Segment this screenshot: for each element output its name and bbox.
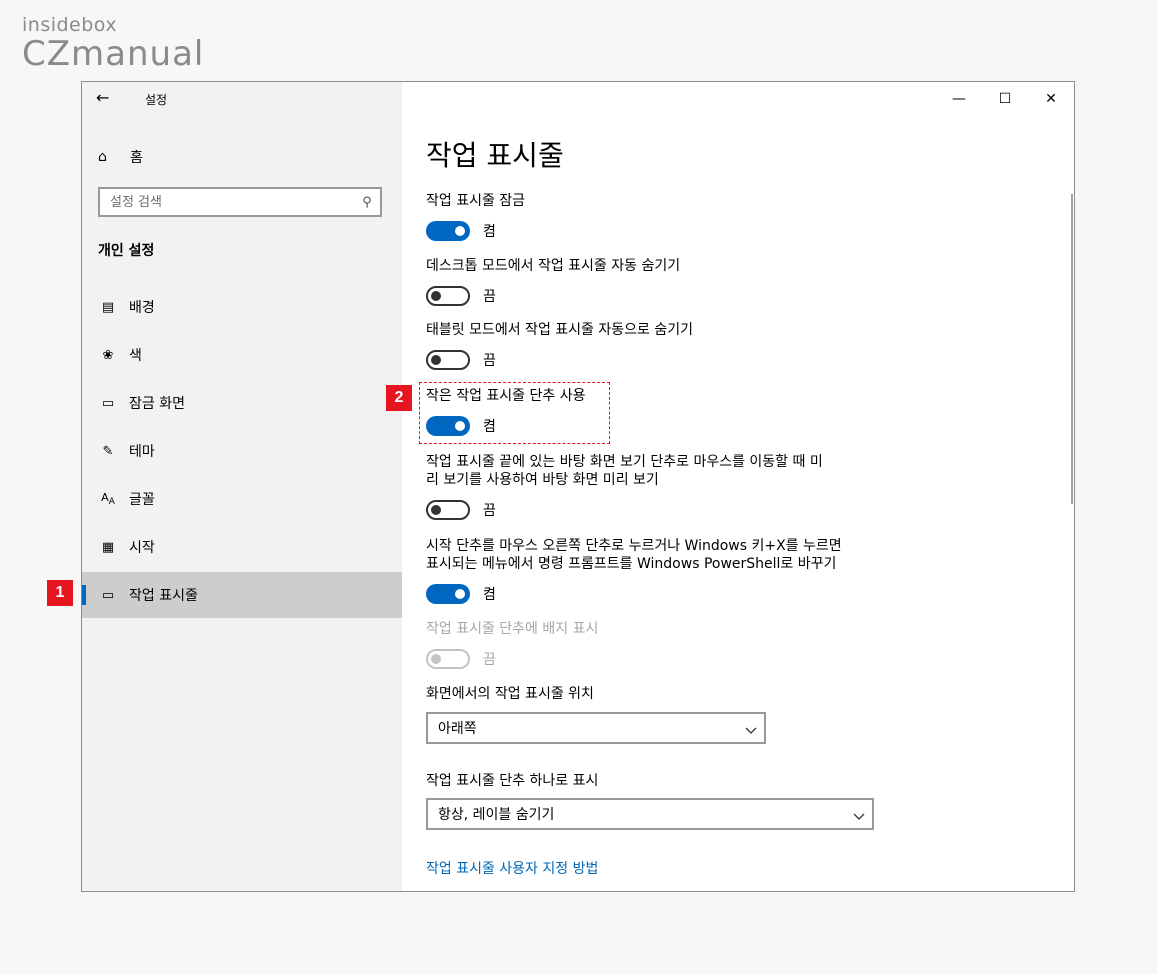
setting-autohide-desktop-label: 데스크톱 모드에서 작업 표시줄 자동 숨기기	[426, 258, 681, 274]
toggle-state: 켬	[483, 224, 496, 240]
position-label: 화면에서의 작업 표시줄 위치	[426, 686, 594, 702]
customize-taskbar-link[interactable]: 작업 표시줄 사용자 지정 방법	[426, 858, 598, 878]
toggle-knob	[455, 589, 465, 599]
toggle-knob	[431, 654, 441, 664]
setting-peek-label-line2: 리 보기를 사용하여 바탕 화면 미리 보기	[426, 472, 659, 488]
setting-peek-label-line1: 작업 표시줄 끝에 있는 바탕 화면 보기 단추로 마우스를 이동할 때 미	[426, 454, 823, 470]
content-pane: — ☐ ✕ 작업 표시줄 작업 표시줄 잠금 켬 데스크톱 모드에서 작업 표시…	[402, 82, 1074, 891]
setting-lock-taskbar: 켬	[426, 221, 496, 241]
theme-icon: ✎	[102, 443, 114, 459]
window-title: 설정	[145, 93, 168, 107]
setting-autohide-tablet: 끔	[426, 350, 496, 370]
toggle-knob	[431, 505, 441, 515]
powershell-toggle[interactable]	[426, 584, 470, 604]
home-icon: ⌂	[98, 149, 107, 165]
setting-lock-taskbar-label: 작업 표시줄 잠금	[426, 193, 526, 209]
close-icon[interactable]: ✕	[1028, 86, 1074, 112]
brand-top-text: insidebox	[22, 14, 118, 36]
badges-toggle	[426, 649, 470, 669]
sidebar-item-label: 시작	[129, 540, 155, 556]
setting-powershell-label-line2: 표시되는 메뉴에서 명령 프롬프트를 Windows PowerShell로 바…	[426, 556, 837, 572]
toggle-knob	[455, 226, 465, 236]
setting-badges: 끔	[426, 649, 496, 669]
peek-toggle[interactable]	[426, 500, 470, 520]
lock-screen-icon: ▭	[101, 395, 115, 411]
highlight-box	[419, 382, 610, 444]
page-title: 작업 표시줄	[426, 139, 564, 172]
setting-peek-label: 작업 표시줄 끝에 있는 바탕 화면 보기 단추로 마우스를 이동할 때 미 리…	[426, 453, 823, 489]
sidebar-item-lock-screen[interactable]: ▭ 잠금 화면	[82, 380, 402, 426]
autohide-tablet-toggle[interactable]	[426, 350, 470, 370]
settings-window: ← 설정 ⌂ 홈 ⚲ 개인 설정 ▤ 배경 ❀ 색 ▭ 잠금 화면 ✎ 테마	[81, 81, 1075, 892]
toggle-state: 끔	[483, 353, 496, 369]
combine-label: 작업 표시줄 단추 하나로 표시	[426, 773, 599, 789]
sidebar: ← 설정 ⌂ 홈 ⚲ 개인 설정 ▤ 배경 ❀ 색 ▭ 잠금 화면 ✎ 테마	[82, 82, 402, 891]
toggle-knob	[431, 291, 441, 301]
sidebar-item-themes[interactable]: ✎ 테마	[82, 428, 402, 474]
image-icon: ▤	[101, 299, 115, 315]
setting-powershell-label: 시작 단추를 마우스 오른쪽 단추로 누르거나 Windows 키+X를 누르면…	[426, 537, 842, 573]
position-value: 아래쪽	[438, 721, 477, 737]
title-bar: ← 설정	[82, 82, 402, 116]
home-label: 홈	[130, 150, 143, 166]
palette-icon: ❀	[102, 347, 114, 363]
setting-peek: 끔	[426, 500, 496, 520]
annotation-badge-2: 2	[386, 385, 412, 411]
font-icon: AA	[101, 490, 115, 508]
section-title: 개인 설정	[98, 243, 155, 259]
sidebar-item-start[interactable]: ▦ 시작	[82, 524, 402, 570]
brand-main-text: CZmanual	[22, 34, 205, 74]
search-input[interactable]	[100, 190, 354, 214]
sidebar-item-label: 배경	[129, 300, 155, 316]
toggle-state: 끔	[483, 652, 496, 668]
sidebar-item-color[interactable]: ❀ 색	[82, 332, 402, 378]
minimize-icon[interactable]: —	[936, 86, 982, 112]
home-nav[interactable]: ⌂ 홈	[98, 145, 143, 169]
combine-value: 항상, 레이블 숨기기	[438, 807, 555, 823]
sidebar-item-label: 색	[129, 348, 142, 364]
sidebar-item-fonts[interactable]: AA 글꼴	[82, 476, 402, 522]
sidebar-item-label: 글꼴	[129, 492, 155, 508]
maximize-icon[interactable]: ☐	[982, 86, 1028, 112]
setting-autohide-tablet-label: 태블릿 모드에서 작업 표시줄 자동으로 숨기기	[426, 322, 693, 338]
setting-autohide-desktop: 끔	[426, 286, 496, 306]
back-arrow-icon[interactable]: ←	[96, 88, 109, 107]
taskbar-icon: ▭	[101, 587, 115, 603]
setting-badges-label: 작업 표시줄 단추에 배지 표시	[426, 621, 599, 637]
toggle-state: 켬	[483, 587, 496, 603]
sidebar-item-background[interactable]: ▤ 배경	[82, 284, 402, 330]
search-box[interactable]: ⚲	[98, 187, 382, 217]
annotation-badge-1: 1	[47, 580, 73, 606]
combine-dropdown[interactable]: 항상, 레이블 숨기기	[426, 798, 874, 830]
toggle-knob	[431, 355, 441, 365]
brand-logo: insidebox CZmanual	[22, 14, 204, 72]
toggle-state: 끔	[483, 503, 496, 519]
sidebar-item-label: 잠금 화면	[129, 396, 185, 412]
scrollbar[interactable]	[1071, 194, 1073, 504]
sidebar-item-taskbar[interactable]: ▭ 작업 표시줄	[82, 572, 402, 618]
sidebar-item-label: 테마	[129, 444, 155, 460]
lock-taskbar-toggle[interactable]	[426, 221, 470, 241]
position-dropdown[interactable]: 아래쪽	[426, 712, 766, 744]
chevron-down-icon	[738, 719, 764, 738]
sidebar-item-label: 작업 표시줄	[129, 588, 198, 604]
setting-powershell: 켬	[426, 584, 496, 604]
chevron-down-icon	[846, 805, 872, 824]
setting-powershell-label-line1: 시작 단추를 마우스 오른쪽 단추로 누르거나 Windows 키+X를 누르면	[426, 538, 842, 554]
toggle-state: 끔	[483, 289, 496, 305]
start-icon: ▦	[101, 539, 115, 555]
autohide-desktop-toggle[interactable]	[426, 286, 470, 306]
search-icon[interactable]: ⚲	[354, 195, 380, 210]
